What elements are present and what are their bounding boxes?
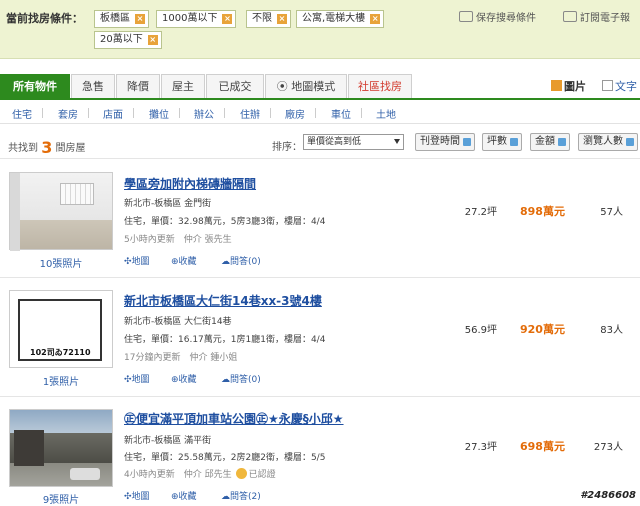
subscribe-link[interactable]: 訂閱電子報 — [563, 9, 630, 24]
subnav-studio[interactable]: 套房 — [58, 106, 78, 121]
filter-chip-type[interactable]: 公寓,電梯大樓 × — [296, 10, 385, 28]
sort-by-area-button[interactable]: 坪數 — [482, 133, 522, 151]
listing-photo[interactable] — [9, 172, 113, 251]
envelope-icon — [459, 11, 473, 22]
listing-price: 920萬元 — [520, 323, 565, 336]
chevron-down-icon — [394, 139, 400, 144]
chat-icon: ☁ — [221, 257, 230, 267]
listing-info: 住宅，單價：16.17萬元，1房1廳1衛，樓層：4/4 — [124, 335, 326, 345]
listing-tabs: 所有物件 急售 降價 屋主 已成交 ⦿ 地圖模式 社區找房 — [0, 74, 640, 100]
listing-photo[interactable] — [9, 409, 113, 487]
photo-count-link[interactable]: 1張照片 — [9, 373, 113, 388]
map-link[interactable]: ✣地圖 — [124, 372, 150, 385]
view-text[interactable]: 文字 — [602, 78, 637, 94]
listing-title[interactable]: 學區旁加附內梯磚牆隔間 — [124, 175, 256, 192]
tab-price-drop[interactable]: 降價 — [116, 74, 160, 98]
listing-area: 27.3坪 — [464, 442, 497, 453]
remove-icon[interactable]: × — [370, 14, 381, 24]
sort-by-time-button[interactable]: 刊登時間 — [415, 133, 475, 151]
watermark: #2486608 — [580, 490, 636, 501]
listing-photo[interactable]: 102司ゐ72110 — [9, 290, 113, 368]
move-icon: ✣ — [124, 492, 132, 502]
favorite-icon: ⊕ — [171, 257, 179, 267]
subnav-stall[interactable]: 攤位 — [149, 106, 169, 121]
tab-owner[interactable]: 屋主 — [161, 74, 205, 98]
tab-community[interactable]: 社區找房 — [348, 74, 412, 98]
listing-area: 27.2坪 — [464, 207, 497, 218]
window-shape — [60, 183, 94, 205]
verified-badge-icon — [235, 468, 247, 479]
remove-icon[interactable]: × — [135, 14, 145, 24]
listing-meta: 4小時內更新 仲介 邱先生 已認證 — [124, 468, 276, 480]
listing-meta: 17分鐘內更新 仲介 鍾小姐 — [124, 353, 238, 363]
subnav-factory[interactable]: 廠房 — [285, 106, 305, 121]
result-count: 共找到 3 間房屋 — [8, 138, 86, 157]
favorite-link[interactable]: ⊕收藏 — [171, 372, 197, 385]
move-icon: ✣ — [124, 375, 132, 385]
listing-price: 898萬元 — [520, 205, 565, 218]
tab-sold[interactable]: 已成交 — [206, 74, 264, 98]
grid-icon — [551, 80, 562, 91]
type-subnav: 住宅 套房 店面 攤位 辦公 住辦 廠房 車位 土地 — [0, 101, 640, 124]
save-search-link[interactable]: 保存搜尋條件 — [459, 9, 536, 24]
subnav-office[interactable]: 辦公 — [194, 106, 214, 121]
map-link[interactable]: ✣地圖 — [124, 254, 150, 267]
listing-views: 83人 — [600, 325, 623, 336]
subnav-residential[interactable]: 住宅 — [12, 106, 32, 121]
listing-info: 住宅，單價：25.58萬元，2房2廳2衛，樓層：5/5 — [124, 453, 326, 463]
listing-meta: 5小時內更新 仲介 張先生 — [124, 235, 232, 245]
subnav-parking[interactable]: 車位 — [331, 106, 351, 121]
sort-by-price-button[interactable]: 金額 — [530, 133, 570, 151]
listing-info: 住宅，單價：32.98萬元，5房3廳3衛，樓層：4/4 — [124, 217, 326, 227]
filter-label: 當前找房條件： — [6, 12, 83, 25]
filter-chip-district[interactable]: 板橋區 × — [94, 10, 149, 28]
remove-icon[interactable]: × — [277, 14, 287, 24]
tab-all[interactable]: 所有物件 — [0, 74, 70, 98]
subnav-office-residence[interactable]: 住辦 — [240, 106, 260, 121]
listing-address: 新北市-板橋區 大仁街14巷 — [124, 317, 232, 327]
favorite-icon: ⊕ — [171, 492, 179, 502]
favorite-link[interactable]: ⊕收藏 — [171, 489, 197, 502]
favorite-icon: ⊕ — [171, 375, 179, 385]
car-shape — [70, 468, 100, 480]
listing-price: 698萬元 — [520, 440, 565, 453]
filter-bar: 當前找房條件： 板橋區 × 1000萬以下 × 不限 × 公寓,電梯大樓 × 20萬以下… — [0, 0, 640, 59]
filter-chip-price[interactable]: 1000萬以下 × — [156, 10, 237, 28]
favorite-link[interactable]: ⊕收藏 — [171, 254, 197, 267]
tab-urgent[interactable]: 急售 — [71, 74, 115, 98]
listing-views: 273人 — [593, 442, 623, 453]
listing-title[interactable]: 新北市板橋區大仁街14巷xx-3號4樓 — [124, 292, 322, 309]
filter-chip-area[interactable]: 不限 × — [246, 10, 291, 28]
move-icon: ✣ — [124, 257, 132, 267]
listing-title[interactable]: ㊣便宜滿平頂加車站公園㊣★永慶§小邱★ — [124, 410, 344, 427]
photo-count-link[interactable]: 10張照片 — [9, 255, 113, 270]
filter-chip-unitprice[interactable]: 20萬以下 × — [94, 31, 162, 49]
qa-link[interactable]: ☁問答(2) — [221, 489, 261, 502]
sort-by-views-button[interactable]: 瀏覽人數 — [578, 133, 638, 151]
map-link[interactable]: ✣地圖 — [124, 489, 150, 502]
view-pictures[interactable]: 圖片 — [551, 78, 586, 94]
qa-link[interactable]: ☁問答(0) — [221, 372, 261, 385]
list-icon — [602, 80, 613, 91]
listing-address: 新北市-板橋區 滿平街 — [124, 436, 212, 446]
building-shape — [14, 430, 44, 466]
chat-icon: ☁ — [221, 492, 230, 502]
map-pin-icon: ⦿ — [276, 80, 292, 93]
listing-area: 56.9坪 — [464, 325, 497, 336]
remove-icon[interactable]: × — [222, 14, 233, 24]
sort-select[interactable]: 單價從高到低 — [303, 134, 404, 150]
subnav-land[interactable]: 土地 — [376, 106, 396, 121]
mail-icon — [563, 11, 577, 22]
chat-icon: ☁ — [221, 375, 230, 385]
subnav-storefront[interactable]: 店面 — [103, 106, 123, 121]
qa-link[interactable]: ☁問答(0) — [221, 254, 261, 267]
floorplan-label: 102司ゐ72110 — [30, 348, 91, 357]
tab-map-mode[interactable]: ⦿ 地圖模式 — [265, 74, 347, 98]
sort-label: 排序： — [272, 142, 302, 153]
listing-address: 新北市-板橋區 金門街 — [124, 199, 212, 209]
remove-icon[interactable]: × — [147, 35, 158, 45]
listing-views: 57人 — [600, 207, 623, 218]
